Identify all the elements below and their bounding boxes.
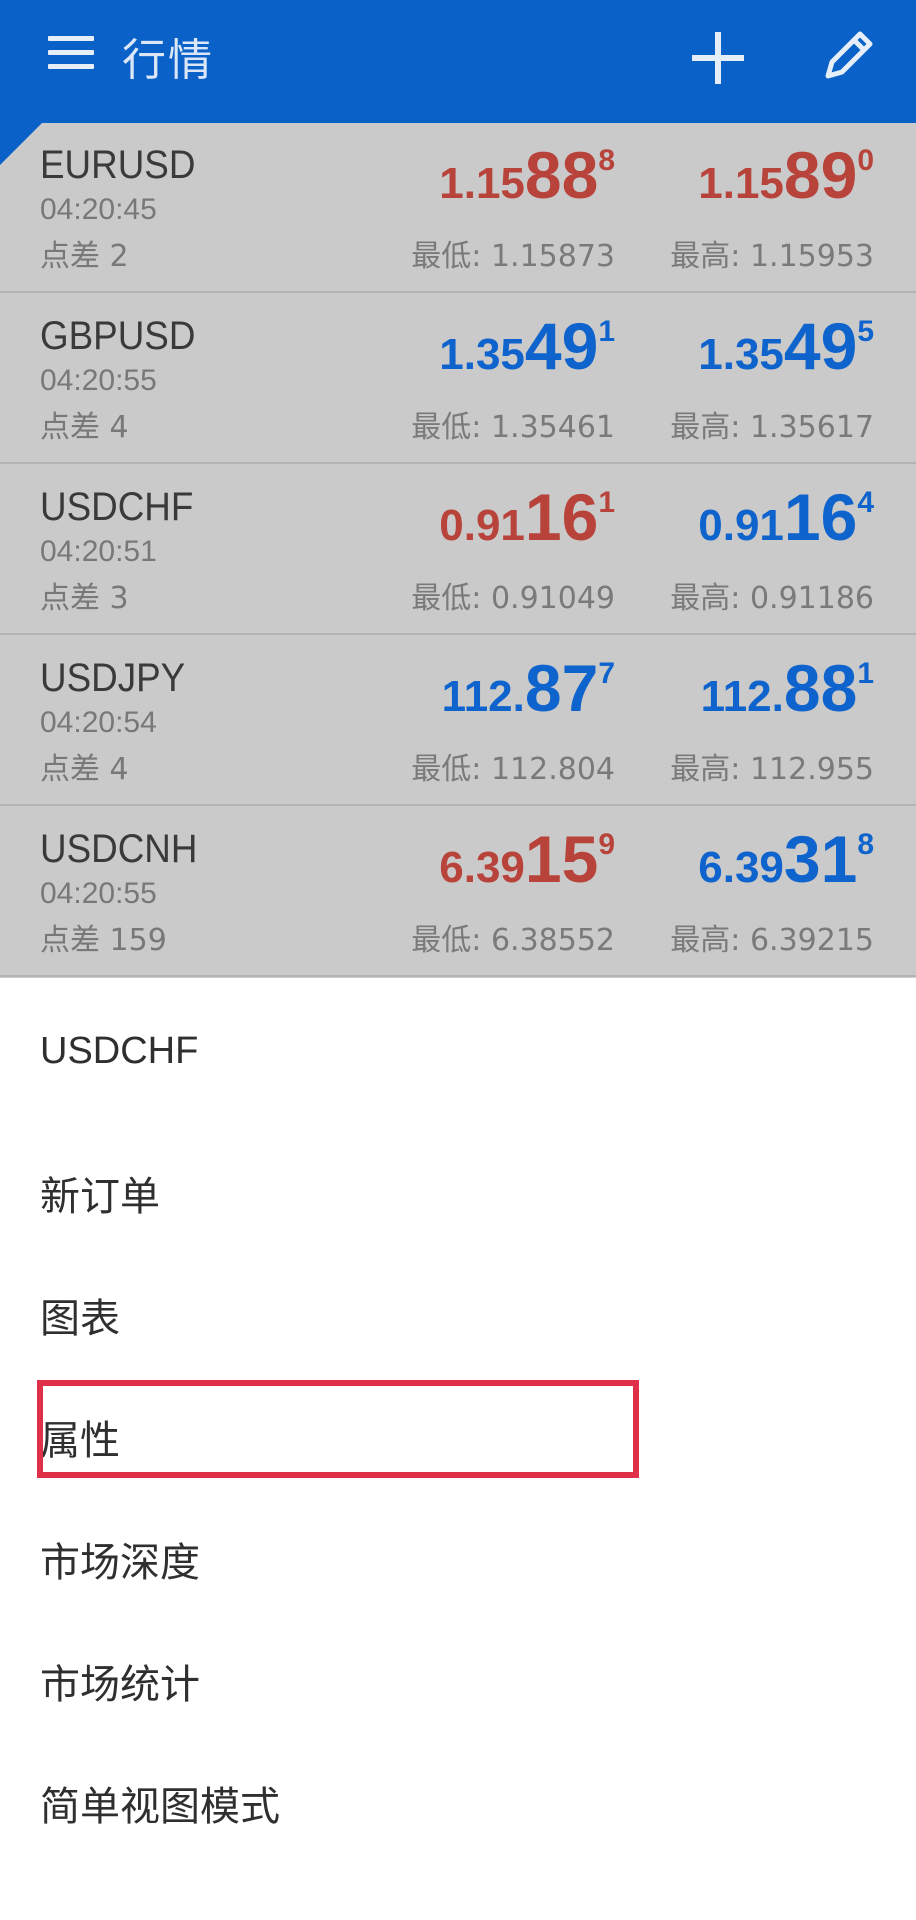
quote-spread: 点差 3 <box>40 581 129 616</box>
quote-time: 04:20:54 <box>40 706 157 739</box>
quote-row[interactable]: USDCNH 04:20:55 点差 159 6.39159 6.39318 最… <box>0 807 916 977</box>
low-price: 最低: 6.38552 <box>411 923 615 958</box>
quote-spread: 点差 2 <box>40 239 129 274</box>
page-title: 行情 <box>122 35 214 86</box>
highlight-box <box>37 1380 639 1478</box>
ask-price: 112.881 <box>700 651 874 725</box>
quote-spread: 点差 4 <box>40 752 129 787</box>
high-price: 最高: 112.955 <box>670 752 874 787</box>
quotes-list: EURUSD 04:20:45 点差 2 1.15888 1.15890 最低:… <box>0 123 916 978</box>
quote-symbol: EURUSD <box>40 143 196 187</box>
bid-price: 112.877 <box>441 651 615 725</box>
quote-symbol: USDCNH <box>40 827 198 871</box>
high-price: 最高: 0.91186 <box>670 581 874 616</box>
high-price: 最高: 1.15953 <box>670 239 874 274</box>
low-price: 最低: 1.35461 <box>411 410 615 445</box>
app-bar: 行情 <box>0 0 916 123</box>
menu-item-chart[interactable]: 图表 <box>40 1286 120 1344</box>
quote-symbol: USDCHF <box>40 485 194 529</box>
ask-price: 6.39318 <box>698 822 874 896</box>
bid-price: 1.35491 <box>439 309 615 383</box>
quote-spread: 点差 4 <box>40 410 129 445</box>
ask-price: 1.35495 <box>698 309 874 383</box>
menu-item-market-statistics[interactable]: 市场统计 <box>40 1652 200 1710</box>
quote-symbol: GBPUSD <box>40 314 196 358</box>
bid-price: 0.91161 <box>439 480 615 554</box>
quote-time: 04:20:55 <box>40 877 157 910</box>
low-price: 最低: 0.91049 <box>411 581 615 616</box>
quote-time: 04:20:51 <box>40 535 157 568</box>
quote-time: 04:20:55 <box>40 364 157 397</box>
context-menu-title: USDCHF <box>40 1030 199 1072</box>
pencil-icon[interactable] <box>820 26 878 84</box>
quote-symbol: USDJPY <box>40 656 186 700</box>
hamburger-menu-icon[interactable] <box>48 36 96 70</box>
high-price: 最高: 1.35617 <box>670 410 874 445</box>
high-price: 最高: 6.39215 <box>670 923 874 958</box>
menu-item-simple-view-mode[interactable]: 简单视图模式 <box>40 1774 280 1832</box>
low-price: 最低: 1.15873 <box>411 239 615 274</box>
quote-row[interactable]: EURUSD 04:20:45 点差 2 1.15888 1.15890 最低:… <box>0 123 916 293</box>
quote-row[interactable]: USDCHF 04:20:51 点差 3 0.91161 0.91164 最低:… <box>0 465 916 635</box>
quote-row[interactable]: GBPUSD 04:20:55 点差 4 1.35491 1.35495 最低:… <box>0 294 916 464</box>
ask-price: 1.15890 <box>698 138 874 212</box>
bid-price: 1.15888 <box>439 138 615 212</box>
bid-price: 6.39159 <box>439 822 615 896</box>
plus-icon[interactable] <box>690 30 746 86</box>
quote-time: 04:20:45 <box>40 193 157 226</box>
ask-price: 0.91164 <box>698 480 874 554</box>
menu-item-market-depth[interactable]: 市场深度 <box>40 1530 200 1588</box>
low-price: 最低: 112.804 <box>411 752 615 787</box>
quote-row[interactable]: USDJPY 04:20:54 点差 4 112.877 112.881 最低:… <box>0 636 916 806</box>
menu-item-new-order[interactable]: 新订单 <box>40 1164 160 1222</box>
quote-spread: 点差 159 <box>40 923 167 958</box>
